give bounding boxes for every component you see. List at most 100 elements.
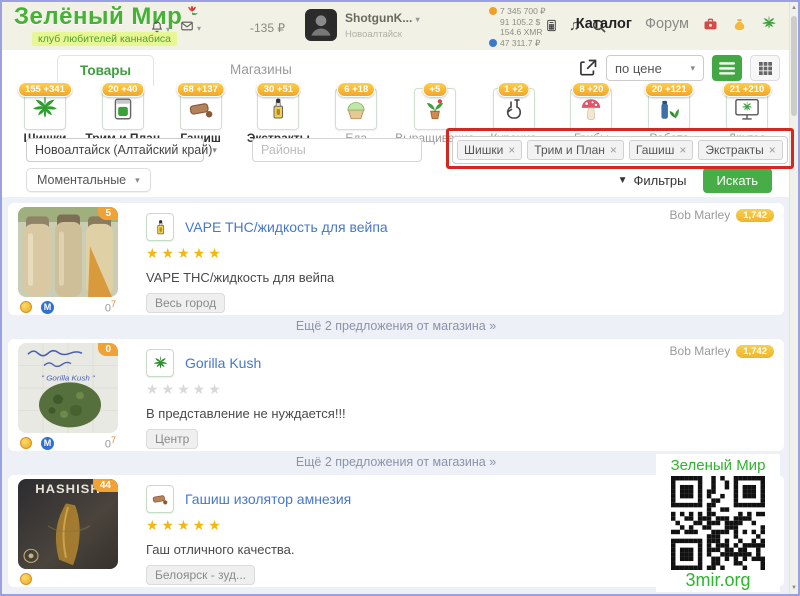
rating-stars: ★★★★★ bbox=[146, 245, 774, 262]
city-select[interactable]: Новоалтайск (Алтайский край) ▾ bbox=[26, 138, 204, 162]
listing-badges bbox=[18, 571, 118, 587]
rate-btc: 7 345 700 ₽ bbox=[489, 6, 546, 17]
category-shishki[interactable]: 155 +341 Шишки bbox=[6, 84, 84, 136]
rate-usd: 91 105.2 $ bbox=[489, 17, 546, 28]
calculator-icon[interactable] bbox=[545, 17, 558, 34]
product-title-link[interactable]: Гашиш изолятор амнезия bbox=[185, 491, 351, 507]
filter-tag[interactable]: Экстракты× bbox=[698, 140, 782, 160]
sort-select[interactable]: по цене ▾ bbox=[606, 55, 704, 81]
rating-stars: ★★★★★ bbox=[146, 381, 774, 398]
seller-name: Bob Marley bbox=[670, 208, 731, 222]
tag-label: Трим и План bbox=[534, 143, 605, 157]
qr-code bbox=[671, 476, 765, 570]
cannabis-leaf-icon[interactable] bbox=[760, 15, 778, 32]
m-badge-icon: M bbox=[41, 437, 54, 450]
svg-text:" Gorilla Kush ": " Gorilla Kush " bbox=[41, 374, 96, 383]
listings-area: 5 M 07 VAPE THC/жидкость для вейпа ★★★★★… bbox=[2, 197, 790, 594]
messages-button[interactable]: ▾ bbox=[179, 19, 201, 38]
scrollbar[interactable]: ▲ ▼ bbox=[789, 2, 798, 594]
count-badge: 6 +18 bbox=[337, 82, 375, 97]
listing-card: 5 M 07 VAPE THC/жидкость для вейпа ★★★★★… bbox=[8, 203, 784, 315]
sort-value: по цене bbox=[615, 61, 662, 76]
chevron-down-icon: ▾ bbox=[690, 63, 695, 74]
category-work[interactable]: 20 +121 Работа bbox=[630, 84, 708, 136]
list-view-button[interactable] bbox=[712, 55, 742, 81]
btc-icon bbox=[489, 7, 497, 15]
product-title-link[interactable]: Gorilla Kush bbox=[185, 355, 261, 371]
count-badge: 20 +40 bbox=[101, 82, 144, 97]
remove-tag-icon[interactable]: × bbox=[508, 143, 515, 157]
instant-select[interactable]: Моментальные ▾ bbox=[26, 168, 151, 192]
remove-tag-icon[interactable]: × bbox=[610, 143, 617, 157]
photos-count-badge: 5 bbox=[98, 207, 118, 220]
product-image[interactable]: 5 bbox=[18, 207, 118, 297]
comments-count: 07 bbox=[105, 435, 118, 451]
filters-button[interactable]: ▼ Фильтры bbox=[618, 173, 687, 188]
balance[interactable]: -135 ₽ bbox=[250, 21, 285, 35]
bud-icon bbox=[146, 349, 174, 377]
seller-link[interactable]: Bob Marley 1,742 bbox=[670, 208, 774, 222]
avatar[interactable] bbox=[305, 9, 337, 41]
remove-tag-icon[interactable]: × bbox=[679, 143, 686, 157]
more-offers-link[interactable]: Ещё 2 предложения от магазина » bbox=[2, 316, 790, 336]
qr-url: 3mir.org bbox=[656, 570, 780, 591]
nav-catalog[interactable]: Каталог bbox=[576, 16, 632, 32]
category-smoking[interactable]: 1 +2 Курение bbox=[475, 84, 553, 136]
count-badge: 1 +2 bbox=[497, 82, 530, 97]
username: ShotgunK... ▾ bbox=[345, 11, 420, 25]
filter-icon: ▼ bbox=[618, 175, 628, 186]
coin-icon bbox=[20, 573, 32, 585]
category-food[interactable]: 6 +18 Еда bbox=[317, 84, 395, 136]
city-value: Новоалтайск (Алтайский край) bbox=[35, 143, 212, 157]
districts-input[interactable] bbox=[252, 138, 422, 162]
count-badge: 8 +20 bbox=[572, 82, 610, 97]
search-button[interactable]: Искать bbox=[703, 168, 773, 193]
count-badge: 155 +341 bbox=[18, 82, 72, 97]
remove-tag-icon[interactable]: × bbox=[769, 143, 776, 157]
product-title-link[interactable]: VAPE THC/жидкость для вейпа bbox=[185, 219, 388, 235]
filters-row: Новоалтайск (Алтайский край) ▾ Шишки× Тр… bbox=[2, 136, 790, 168]
tags-input[interactable]: Шишки× Трим и План × Гашиш× Экстракты× bbox=[452, 136, 788, 164]
user-menu[interactable]: ShotgunK... ▾ Новоалтайск bbox=[305, 9, 420, 41]
product-image[interactable]: " Gorilla Kush " 0 bbox=[18, 343, 118, 433]
filter-tag[interactable]: Трим и План × bbox=[527, 140, 624, 160]
location-pill: Весь город bbox=[146, 293, 225, 313]
rate-alt: 47 311.7 ₽ bbox=[489, 38, 546, 49]
nav-forum[interactable]: Форум bbox=[645, 16, 689, 32]
category-trim[interactable]: 20 +40 Трим и План bbox=[84, 84, 162, 136]
grid-view-button[interactable] bbox=[750, 55, 780, 81]
moneybag-icon[interactable] bbox=[732, 16, 747, 32]
product-description: В представление не нуждается!!! bbox=[146, 406, 774, 421]
filters-label: Фильтры bbox=[633, 173, 686, 188]
product-image[interactable]: HASHISH 44 bbox=[18, 479, 118, 569]
category-extracts[interactable]: 30 +51 Экстракты bbox=[239, 84, 317, 136]
notifications-button[interactable]: ▾ bbox=[150, 19, 170, 40]
scroll-down-icon[interactable]: ▼ bbox=[790, 585, 798, 591]
mail-icon bbox=[179, 19, 195, 38]
category-growing[interactable]: +5 Выращивание bbox=[395, 84, 474, 136]
tab-shops[interactable]: Магазины bbox=[230, 62, 292, 77]
category-hashish[interactable]: 68 +137 Гашиш bbox=[162, 84, 240, 136]
location-pill: Центр bbox=[146, 429, 198, 449]
scroll-up-icon[interactable]: ▲ bbox=[790, 5, 798, 11]
photos-count-badge: 0 bbox=[98, 343, 118, 356]
scrollbar-thumb[interactable] bbox=[791, 16, 797, 116]
seller-rating-badge: 1,742 bbox=[736, 345, 774, 358]
user-city: Новоалтайск bbox=[345, 29, 420, 40]
coin-icon bbox=[20, 437, 32, 449]
header-nav: Каталог Форум bbox=[576, 15, 778, 32]
site-logo[interactable]: Зелёный Мир клуб любителей каннабиса bbox=[14, 5, 200, 47]
filter-tag[interactable]: Шишки× bbox=[457, 140, 522, 160]
qr-block: Зеленый Мир 3mir.org bbox=[656, 454, 780, 592]
listing-badges: M 07 bbox=[18, 299, 118, 315]
svg-text:HASHISH: HASHISH bbox=[35, 482, 100, 496]
chevron-down-icon: ▾ bbox=[416, 15, 420, 24]
category-mushrooms[interactable]: 8 +20 Грибы bbox=[552, 84, 630, 136]
category-other[interactable]: 21 +210 Другое bbox=[708, 84, 786, 136]
share-icon[interactable] bbox=[578, 58, 598, 78]
list-toolbar: по цене ▾ bbox=[578, 55, 780, 81]
filter-tag[interactable]: Гашиш× bbox=[629, 140, 693, 160]
shop-icon[interactable] bbox=[702, 16, 719, 32]
seller-link[interactable]: Bob Marley 1,742 bbox=[670, 344, 774, 358]
count-badge: 30 +51 bbox=[257, 82, 300, 97]
